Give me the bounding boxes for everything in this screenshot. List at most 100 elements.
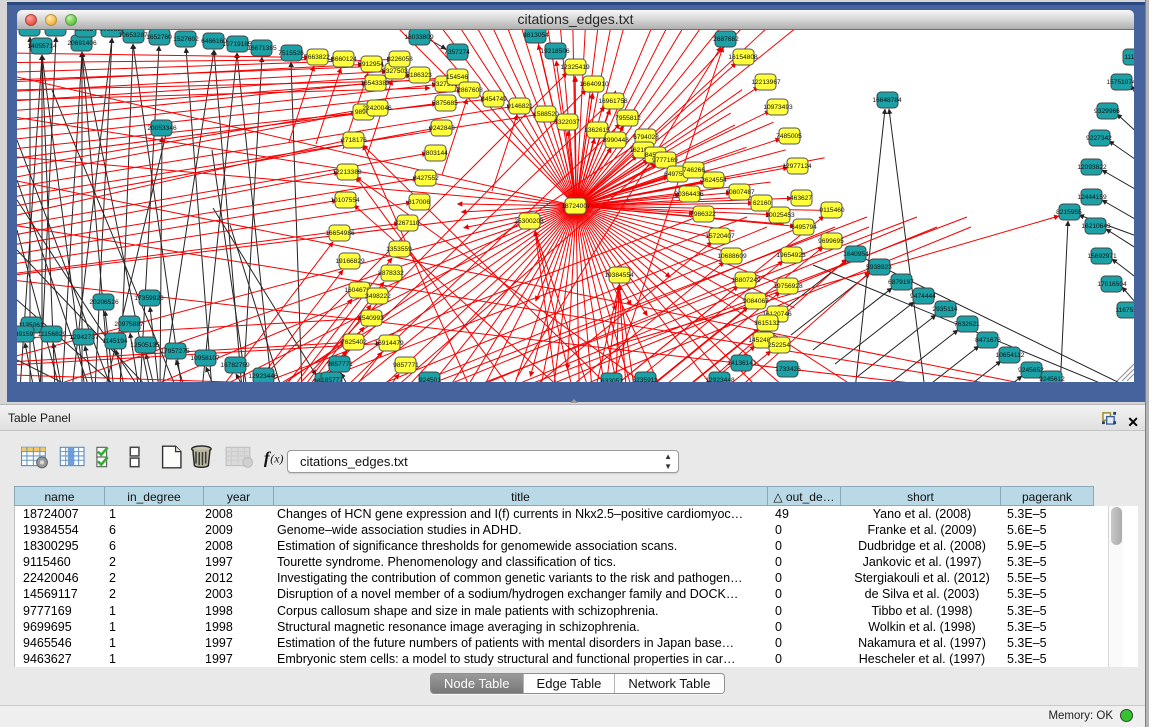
- svg-text:19384554: 19384554: [604, 272, 634, 279]
- svg-text:8427552: 8427552: [413, 175, 439, 182]
- svg-text:1527602: 1527602: [173, 36, 199, 43]
- svg-text:8660124: 8660124: [331, 56, 357, 63]
- svg-text:1640954: 1640954: [843, 251, 869, 258]
- svg-text:1603380: 1603380: [17, 30, 43, 32]
- svg-text:746266: 746266: [683, 167, 705, 174]
- svg-text:12977124: 12977124: [782, 163, 812, 170]
- svg-text:(x): (x): [270, 451, 283, 465]
- svg-text:19166829: 19166829: [335, 258, 365, 265]
- svg-text:9474444: 9474444: [910, 293, 936, 300]
- svg-text:16671385: 16671385: [247, 45, 277, 52]
- svg-text:8226058: 8226058: [387, 56, 413, 63]
- svg-text:955124: 955124: [75, 30, 97, 33]
- svg-text:6879197: 6879197: [888, 279, 914, 286]
- svg-text:2687682: 2687682: [713, 36, 739, 43]
- svg-text:16154808: 16154808: [728, 54, 758, 61]
- svg-text:12444159: 12444159: [1077, 194, 1107, 201]
- svg-text:12923446: 12923446: [248, 373, 278, 380]
- svg-text:19218506: 19218506: [540, 48, 570, 55]
- svg-text:633051: 633051: [601, 378, 623, 382]
- svg-text:10807487: 10807487: [725, 189, 755, 196]
- svg-text:9115460: 9115460: [819, 207, 845, 214]
- svg-text:18807249: 18807249: [731, 277, 761, 284]
- svg-text:9242848: 9242848: [429, 125, 455, 132]
- svg-text:2935114: 2935114: [932, 306, 958, 313]
- svg-text:7357274: 7357274: [444, 49, 470, 56]
- svg-text:39159: 39159: [17, 331, 33, 338]
- svg-text:15751074: 15751074: [1106, 79, 1134, 86]
- svg-text:10653287: 10653287: [118, 32, 148, 39]
- svg-text:17957275: 17957275: [160, 348, 190, 355]
- svg-text:8912954: 8912954: [358, 61, 384, 68]
- svg-text:62160: 62160: [753, 200, 772, 207]
- svg-text:1167533: 1167533: [1115, 307, 1134, 314]
- svg-text:9329966: 9329966: [1094, 108, 1120, 115]
- svg-text:16640910: 16640910: [579, 81, 609, 88]
- svg-text:1652760: 1652760: [146, 34, 172, 41]
- svg-text:1588520: 1588520: [533, 111, 559, 118]
- svg-text:12093822: 12093822: [1077, 164, 1107, 171]
- svg-text:1733426: 1733426: [775, 366, 801, 373]
- svg-text:16543382: 16543382: [360, 80, 390, 87]
- svg-text:12213967: 12213967: [751, 79, 781, 86]
- svg-text:8235911: 8235911: [632, 377, 658, 382]
- svg-text:11156829: 11156829: [38, 331, 67, 338]
- svg-text:8454749: 8454749: [481, 96, 507, 103]
- svg-text:10025453: 10025453: [765, 212, 795, 219]
- svg-text:12942737: 12942737: [69, 334, 99, 341]
- svg-text:1353559: 1353559: [386, 246, 412, 253]
- svg-text:12505135: 12505135: [130, 342, 160, 349]
- svg-text:924501: 924501: [419, 377, 441, 382]
- svg-text:15692971: 15692971: [1087, 253, 1117, 260]
- svg-text:20364436: 20364436: [674, 191, 704, 198]
- svg-text:9146821: 9146821: [507, 103, 533, 110]
- svg-text:6495794: 6495794: [791, 224, 817, 231]
- svg-text:20975887: 20975887: [114, 321, 144, 328]
- svg-text:19654923: 19654923: [776, 252, 806, 259]
- svg-text:2803144: 2803144: [422, 150, 448, 157]
- svg-text:185777: 185777: [321, 377, 343, 382]
- svg-text:1917144: 1917144: [43, 30, 69, 32]
- svg-text:10688609: 10688609: [717, 253, 747, 260]
- svg-text:7632621: 7632621: [954, 321, 980, 328]
- svg-text:3267110: 3267110: [394, 220, 420, 227]
- svg-text:7663822: 7663822: [304, 54, 330, 61]
- svg-text:7986322: 7986322: [690, 211, 716, 218]
- svg-text:16210643: 16210643: [1081, 223, 1111, 230]
- svg-text:20691406: 20691406: [67, 40, 97, 47]
- svg-text:16033809: 16033809: [404, 34, 434, 41]
- svg-text:20053346: 20053346: [147, 125, 177, 132]
- svg-text:2718176: 2718176: [341, 137, 367, 144]
- svg-text:2867608: 2867608: [457, 87, 483, 94]
- svg-text:9245652: 9245652: [1018, 367, 1044, 374]
- svg-text:10958107: 10958107: [190, 355, 220, 362]
- svg-text:1145194: 1145194: [102, 338, 128, 345]
- svg-text:7955812: 7955812: [615, 115, 641, 122]
- svg-text:14136141: 14136141: [727, 360, 757, 367]
- svg-text:9327503: 9327503: [382, 68, 408, 75]
- svg-text:15720407: 15720407: [705, 233, 735, 240]
- svg-text:9857771: 9857771: [393, 362, 419, 369]
- svg-text:25300203: 25300203: [514, 218, 544, 225]
- svg-text:16654986: 16654986: [325, 230, 355, 237]
- svg-text:1540993: 1540993: [358, 315, 384, 322]
- svg-text:8990448: 8990448: [603, 137, 629, 144]
- svg-text:5322037: 5322037: [554, 119, 580, 126]
- svg-text:7625402: 7625402: [341, 339, 367, 346]
- svg-text:9857771: 9857771: [327, 361, 353, 368]
- svg-text:10107554: 10107554: [330, 197, 360, 204]
- svg-text:1615132: 1615132: [754, 320, 780, 327]
- svg-text:463627: 463627: [790, 195, 812, 202]
- svg-text:9084067: 9084067: [743, 298, 769, 305]
- svg-text:10973493: 10973493: [763, 104, 793, 111]
- svg-text:12325419: 12325419: [560, 64, 590, 71]
- svg-text:8186323: 8186323: [406, 72, 432, 79]
- svg-text:5875685: 5875685: [432, 100, 458, 107]
- svg-text:11171: 11171: [1124, 54, 1134, 61]
- svg-text:252254: 252254: [768, 342, 790, 349]
- svg-text:14055714: 14055714: [27, 43, 57, 50]
- svg-text:9777169: 9777169: [652, 157, 678, 164]
- svg-text:19756928: 19756928: [773, 283, 803, 290]
- svg-text:3498222: 3498222: [365, 293, 391, 300]
- svg-text:16782759: 16782759: [220, 362, 250, 369]
